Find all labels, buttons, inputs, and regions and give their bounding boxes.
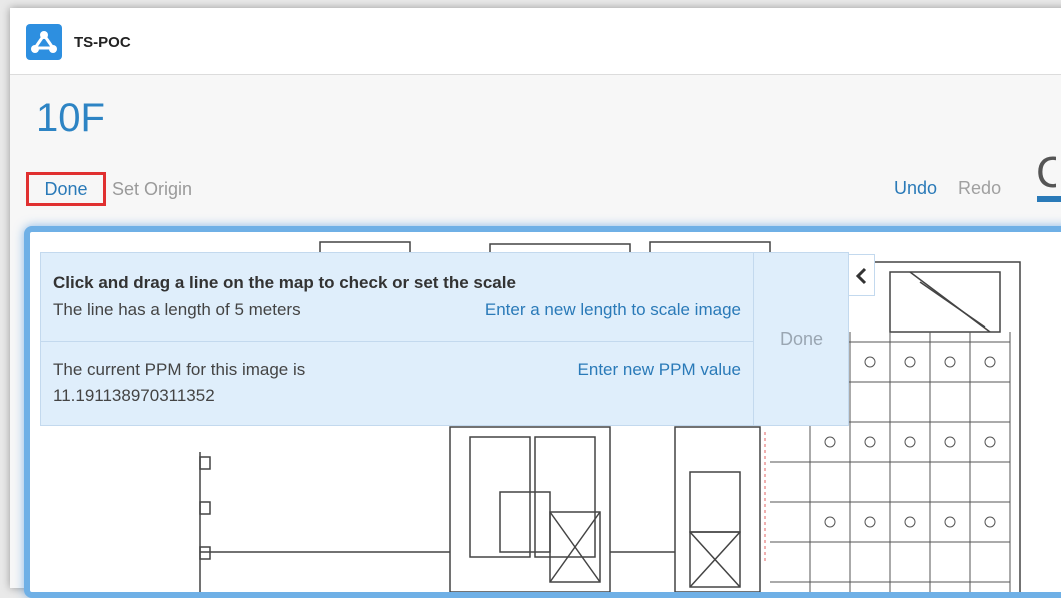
active-tab-indicator bbox=[1037, 196, 1061, 202]
app-name: TS-POC bbox=[74, 34, 131, 51]
scale-instruction: Click and drag a line on the map to chec… bbox=[53, 273, 516, 292]
ppm-label: The current PPM for this image is bbox=[53, 360, 306, 379]
enter-ppm-link[interactable]: Enter new PPM value bbox=[578, 360, 741, 380]
panel-done-button[interactable]: Done bbox=[754, 253, 849, 425]
chevron-left-icon bbox=[855, 267, 867, 285]
scale-section: Click and drag a line on the map to chec… bbox=[41, 253, 753, 342]
ppm-value: 11.191138970311352 bbox=[53, 386, 215, 405]
network-icon bbox=[26, 24, 62, 60]
history-toolbar: Undo Redo bbox=[894, 178, 1001, 199]
ppm-section: The current PPM for this image is 11.191… bbox=[41, 342, 753, 426]
scale-panel: Click and drag a line on the map to chec… bbox=[40, 252, 849, 426]
redo-button[interactable]: Redo bbox=[958, 178, 1001, 198]
done-button[interactable]: Done bbox=[26, 172, 106, 206]
undo-button[interactable]: Undo bbox=[894, 178, 937, 198]
set-origin-button[interactable]: Set Origin bbox=[112, 179, 192, 200]
collapse-panel-button[interactable] bbox=[849, 254, 875, 296]
line-length-text: The line has a length of 5 meters bbox=[53, 300, 301, 319]
partial-toolbar-glyph: C bbox=[1036, 148, 1056, 197]
scale-image-link[interactable]: Enter a new length to scale image bbox=[485, 300, 741, 320]
title-bar: TS-POC bbox=[10, 8, 1061, 75]
page-title: 10F bbox=[36, 96, 105, 140]
